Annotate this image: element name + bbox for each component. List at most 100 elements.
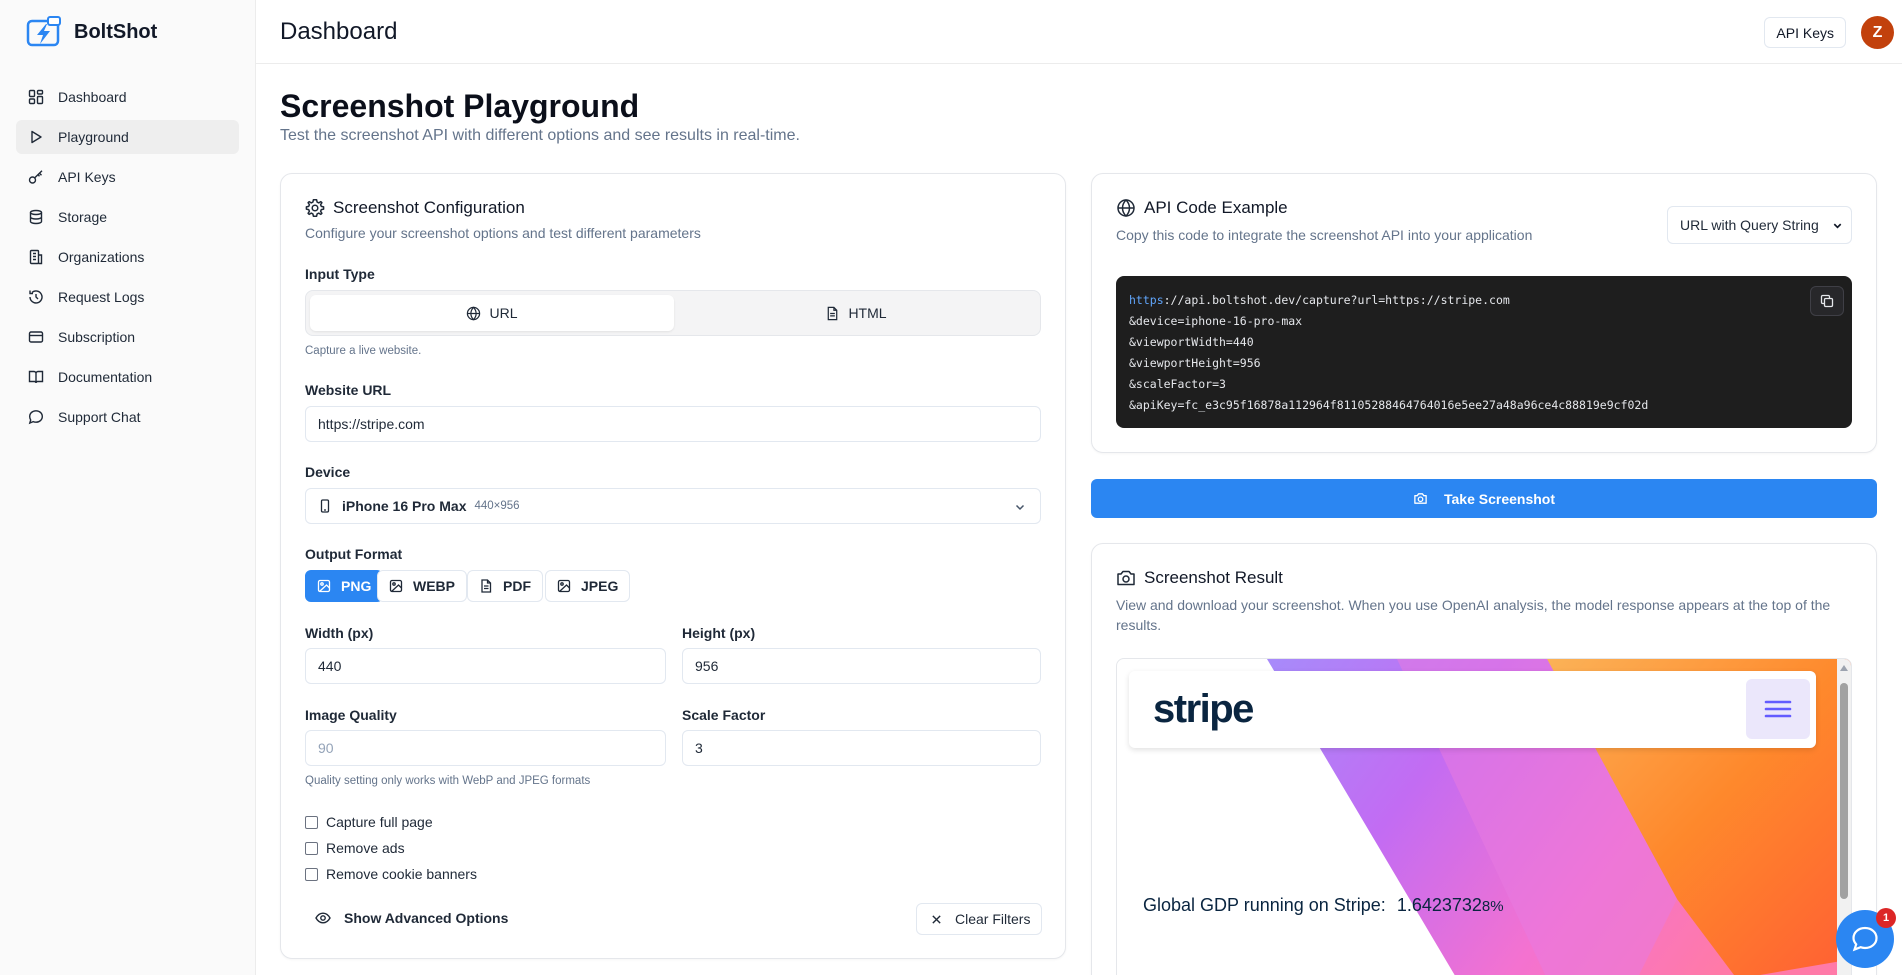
capture-full-page-checkbox[interactable]: Capture full page	[305, 814, 433, 830]
quality-hint: Quality setting only works with WebP and…	[305, 775, 591, 787]
format-label: PNG	[341, 578, 372, 594]
eye-icon	[315, 912, 331, 924]
device-select[interactable]: iPhone 16 Pro Max 440×956	[305, 488, 1041, 524]
stripe-logo: stripe	[1153, 687, 1254, 731]
sidebar-item-support-chat[interactable]: Support Chat	[16, 400, 239, 434]
input-type-hint: Capture a live website.	[305, 345, 422, 357]
take-screenshot-button[interactable]: Take Screenshot	[1091, 479, 1877, 518]
sidebar-item-organizations[interactable]: Organizations	[16, 240, 239, 274]
sidebar-item-label: API Keys	[58, 169, 116, 185]
top-header: Dashboard API Keys Z	[256, 0, 1902, 64]
input-type-url-label: URL	[489, 305, 518, 321]
sidebar-item-playground[interactable]: Playground	[16, 120, 239, 154]
api-code-example-card: API Code Example Copy this code to integ…	[1091, 173, 1877, 453]
clear-filters-label: Clear Filters	[955, 911, 1031, 927]
image-quality-input[interactable]: 90	[305, 730, 666, 766]
input-type-html-tab[interactable]: HTML	[674, 295, 1038, 331]
result-description: View and download your screenshot. When …	[1116, 597, 1831, 633]
page-title: Screenshot Playground	[280, 88, 640, 124]
input-type-html-label: HTML	[848, 305, 887, 321]
config-card-title: Screenshot Configuration	[305, 198, 525, 218]
file-icon	[828, 306, 838, 320]
copy-icon	[1820, 294, 1834, 308]
height-label: Height (px)	[682, 625, 756, 641]
device-size: 440×956	[474, 500, 520, 512]
remove-cookie-banners-checkbox[interactable]: Remove cookie banners	[305, 866, 477, 882]
api-code-block: https://api.boltshot.dev/capture?url=htt…	[1116, 276, 1852, 428]
query-mode-select[interactable]: URL with Query String	[1667, 206, 1852, 244]
sidebar-item-subscription[interactable]: Subscription	[16, 320, 239, 354]
screenshot-result-card: Screenshot Result View and download your…	[1091, 543, 1877, 975]
smartphone-icon	[320, 499, 330, 513]
sidebar-item-api-keys[interactable]: API Keys	[16, 160, 239, 194]
device-name: iPhone 16 Pro Max	[342, 498, 467, 514]
message-icon	[28, 410, 44, 425]
show-advanced-options-button[interactable]: Show Advanced Options	[315, 910, 508, 926]
result-title-text: Screenshot Result	[1144, 568, 1283, 587]
format-jpeg-button[interactable]: JPEG	[545, 570, 631, 602]
checkbox-label: Remove cookie banners	[326, 866, 477, 882]
brand[interactable]: BoltShot	[0, 0, 255, 64]
checkbox-box[interactable]	[305, 815, 318, 829]
config-title-text: Screenshot Configuration	[333, 198, 525, 217]
sidebar-item-label: Documentation	[58, 369, 153, 385]
remove-ads-checkbox[interactable]: Remove ads	[305, 840, 405, 856]
screenshot-preview[interactable]: stripe Global GDP running on Stripe: 1.6…	[1116, 658, 1852, 975]
checkbox-box[interactable]	[305, 841, 318, 855]
height-input[interactable]: 956	[682, 648, 1041, 684]
copy-code-button[interactable]	[1810, 286, 1844, 316]
checkbox-label: Remove ads	[326, 840, 405, 856]
sidebar-item-request-logs[interactable]: Request Logs	[16, 280, 239, 314]
sidebar-item-label: Dashboard	[58, 89, 127, 105]
sidebar: BoltShot Dashboard Playground API Keys S…	[0, 0, 256, 975]
api-keys-button[interactable]: API Keys	[1764, 17, 1846, 48]
website-url-input[interactable]: https://stripe.com	[305, 406, 1041, 442]
support-chat-launcher[interactable]: 1	[1836, 908, 1896, 968]
image-icon	[317, 579, 331, 593]
checkbox-box[interactable]	[305, 867, 318, 881]
clear-filters-button[interactable]: Clear Filters	[916, 903, 1042, 935]
sidebar-item-label: Storage	[58, 209, 108, 225]
file-text-icon	[481, 579, 492, 593]
credit-card-icon	[28, 331, 44, 343]
code-line: &viewportHeight=956	[1129, 356, 1261, 370]
preview-navbar: stripe	[1129, 671, 1816, 748]
preview-gdp-text: Global GDP running on Stripe: 1.64237328…	[1143, 895, 1504, 916]
sidebar-item-documentation[interactable]: Documentation	[16, 360, 239, 394]
input-type-toggle: URL HTML	[305, 290, 1041, 336]
sidebar-item-label: Subscription	[58, 329, 136, 345]
scale-factor-input[interactable]: 3	[682, 730, 1041, 766]
result-card-title: Screenshot Result	[1116, 568, 1283, 588]
header-title: Dashboard	[280, 17, 398, 45]
format-png-button[interactable]: PNG	[305, 570, 384, 602]
settings-icon	[305, 199, 325, 217]
building-icon	[29, 249, 43, 265]
gdp-value-tail: 8%	[1481, 898, 1504, 915]
image-icon	[389, 579, 403, 593]
config-description: Configure your screenshot options and te…	[305, 225, 701, 241]
sidebar-item-dashboard[interactable]: Dashboard	[16, 80, 239, 114]
device-label: Device	[305, 464, 351, 480]
format-webp-button[interactable]: WEBP	[377, 570, 467, 602]
code-line: &apiKey=fc_e3c95f16878a112964f8110528846…	[1129, 398, 1649, 412]
image-icon	[557, 579, 571, 593]
avatar[interactable]: Z	[1861, 16, 1894, 49]
width-input[interactable]: 440	[305, 648, 666, 684]
sidebar-nav: Dashboard Playground API Keys Storage Or…	[0, 64, 255, 434]
format-label: JPEG	[581, 578, 619, 594]
globe-icon	[467, 306, 481, 320]
scroll-up-arrow-icon	[1840, 665, 1848, 671]
input-type-url-tab[interactable]: URL	[310, 295, 674, 331]
output-format-label: Output Format	[305, 546, 403, 562]
code-line: &device=iphone-16-pro-max	[1129, 314, 1303, 328]
scrollbar-thumb[interactable]	[1840, 683, 1848, 899]
query-mode-value: URL with Query String	[1680, 217, 1819, 233]
input-type-label: Input Type	[305, 266, 375, 282]
screenshot-configuration-card: Screenshot Configuration Configure your …	[280, 173, 1066, 959]
page-subtitle: Test the screenshot API with different o…	[280, 127, 800, 144]
gdp-label: Global GDP running on Stripe:	[1143, 895, 1386, 915]
api-card-title: API Code Example	[1116, 198, 1288, 218]
history-icon	[29, 290, 43, 304]
format-pdf-button[interactable]: PDF	[467, 570, 543, 602]
sidebar-item-storage[interactable]: Storage	[16, 200, 239, 234]
